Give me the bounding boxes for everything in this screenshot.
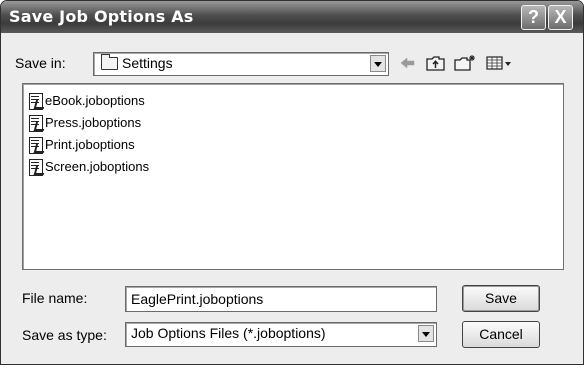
file-name-text: Screen.joboptions [45,159,150,174]
file-list[interactable]: eBook.joboptions Press.joboptions Print.… [22,83,564,270]
save-in-label: Save in: [15,55,66,71]
chevron-down-icon[interactable] [418,325,434,342]
pdf-settings-file-icon [29,159,43,176]
chevron-down-icon[interactable] [370,55,386,72]
file-name-label: File name: [22,290,88,306]
save-dialog: Save Job Options As ? X Save in: Setting… [0,0,584,365]
save-as-type-label: Save as type: [22,327,107,343]
pdf-settings-file-icon [29,93,43,110]
save-in-dropdown[interactable]: Settings [93,52,389,76]
back-arrow-icon[interactable] [397,54,417,72]
view-menu-icon[interactable] [485,54,513,72]
close-button[interactable]: X [548,5,573,30]
file-name-value: EaglePrint.joboptions [131,291,264,307]
file-name-text: eBook.joboptions [45,93,145,108]
help-button[interactable]: ? [521,5,546,30]
folder-icon [101,54,118,70]
save-as-type-dropdown[interactable]: Job Options Files (*.joboptions) [125,322,437,347]
file-name-text: Press.joboptions [45,115,142,130]
title-bar[interactable]: Save Job Options As ? X [1,1,583,33]
save-as-type-value: Job Options Files (*.joboptions) [131,325,326,341]
new-folder-icon[interactable] [453,54,477,72]
pdf-settings-file-icon [29,137,43,154]
pdf-settings-file-icon [29,115,43,132]
cancel-button[interactable]: Cancel [462,321,540,348]
file-name-input[interactable]: EaglePrint.joboptions [125,286,437,312]
save-button[interactable]: Save [462,285,540,312]
save-in-value: Settings [122,55,173,71]
dialog-title: Save Job Options As [9,7,194,26]
up-one-level-icon[interactable] [425,54,447,72]
file-name-text: Print.joboptions [45,137,135,152]
